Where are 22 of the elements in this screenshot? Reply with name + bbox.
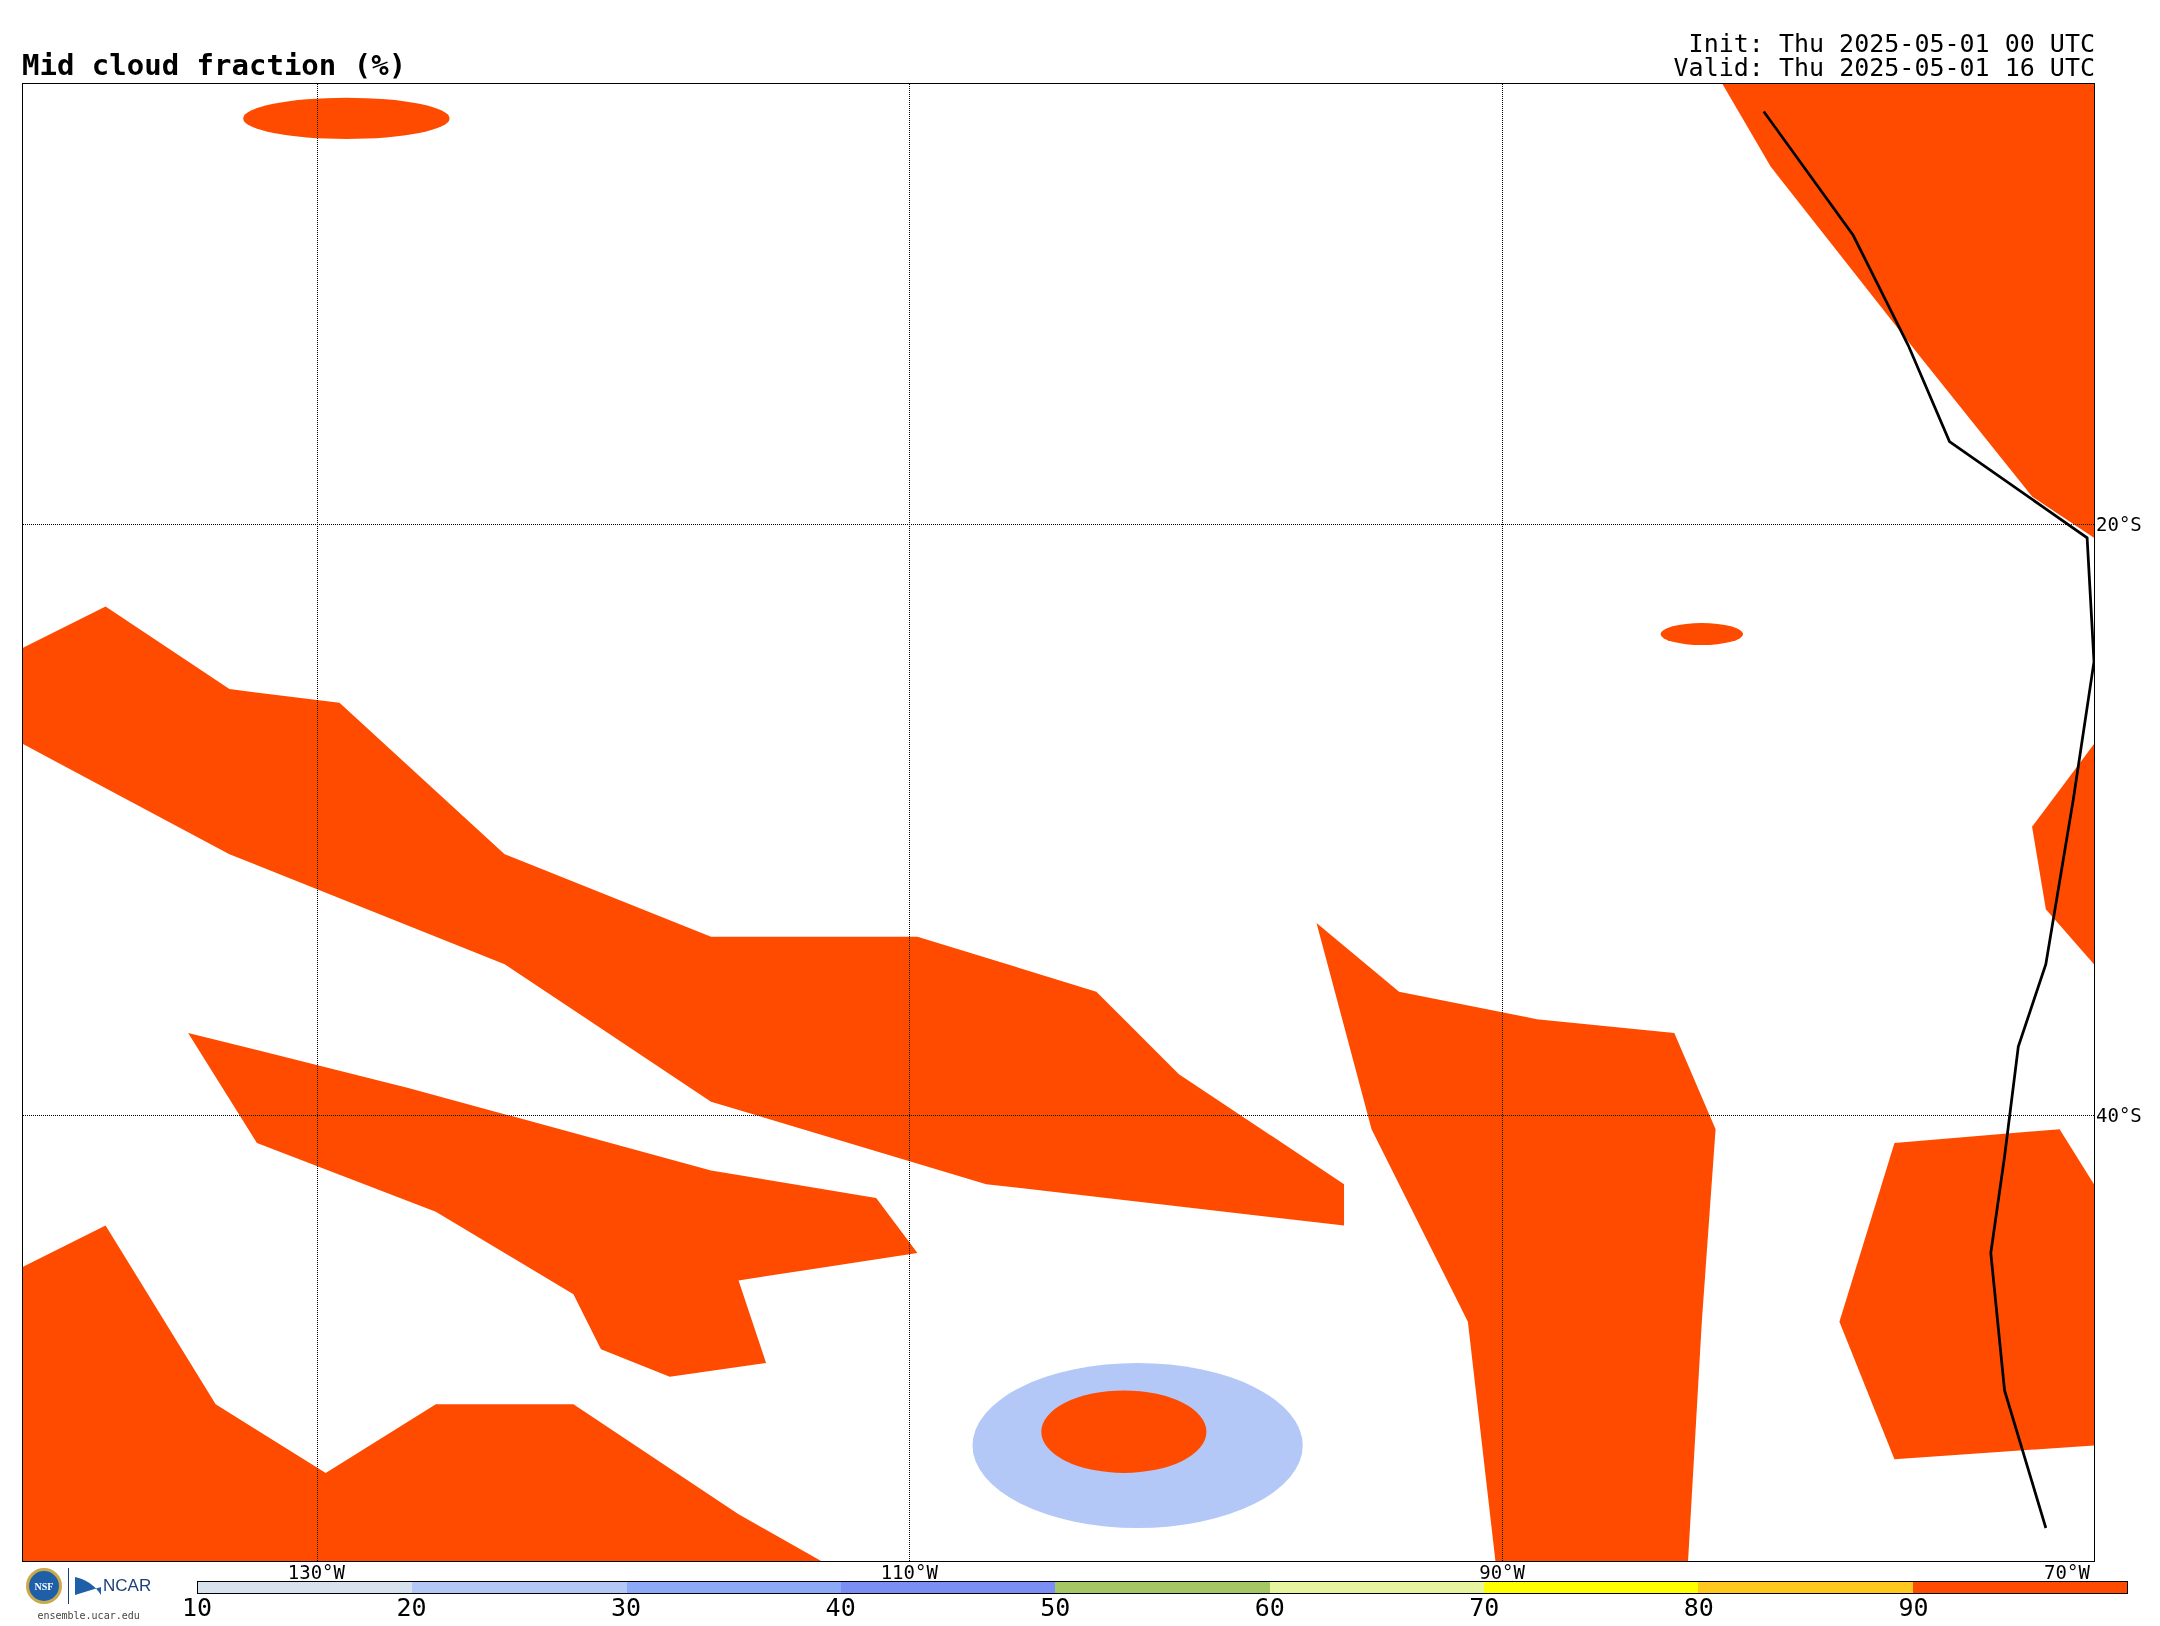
latitude-label: 20°S: [2096, 514, 2142, 534]
colorbar-tick-label: 40: [825, 1595, 856, 1620]
ncar-logo: NCAR: [103, 1575, 152, 1598]
colorbar-tick-label: 50: [1040, 1595, 1071, 1620]
colorbar-tick-label: 80: [1683, 1595, 1714, 1620]
colorbar-tick-label: 70: [1469, 1595, 1500, 1620]
longitude-label: 130°W: [287, 1563, 345, 1582]
init-time: Init: Thu 2025-05-01 00 UTC: [1688, 32, 2095, 56]
nsf-logo: NSF: [26, 1568, 62, 1604]
colorbar-tick-label: 30: [611, 1595, 642, 1620]
valid-time: Valid: Thu 2025-05-01 16 UTC: [1673, 56, 2095, 80]
colorbar-tick-label: 60: [1254, 1595, 1285, 1620]
longitude-label: 70°W: [2044, 1563, 2090, 1582]
colorbar-tick-label: 90: [1898, 1595, 1929, 1620]
latitude-label: 40°S: [2096, 1105, 2142, 1125]
chart-title: Mid cloud fraction (%): [22, 51, 407, 80]
colorbar-tick-label: 20: [396, 1595, 427, 1620]
site-url: ensemble.ucar.edu: [37, 1609, 140, 1623]
longitude-label: 110°W: [880, 1563, 938, 1582]
ncar-emblem-icon: [75, 1577, 101, 1595]
colorbar-tick-label: 10: [181, 1595, 213, 1620]
longitude-label: 90°W: [1479, 1563, 1525, 1582]
